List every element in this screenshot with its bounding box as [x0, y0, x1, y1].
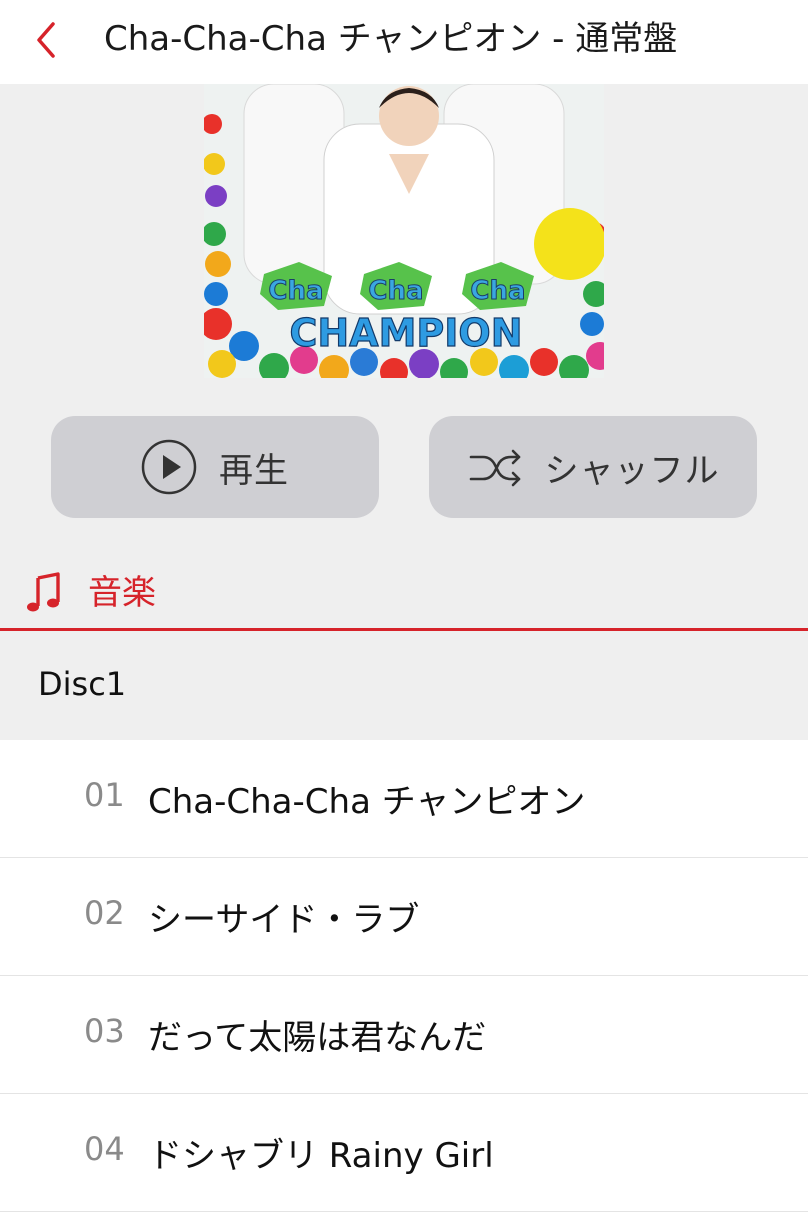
track-number: 01: [84, 776, 125, 814]
track-title: ドシャブリ Rainy Girl: [148, 1136, 494, 1176]
svg-text:CHAMPION: CHAMPION: [289, 311, 522, 355]
top-bar: Cha-Cha-Cha チャンピオン - 通常盤: [0, 0, 808, 84]
track-number: 04: [84, 1130, 125, 1168]
track-title: シーサイド・ラブ: [148, 900, 420, 940]
shuffle-label: シャッフル: [544, 450, 720, 491]
track-number: 03: [84, 1012, 125, 1050]
section-label: 音楽: [88, 573, 156, 613]
shuffle-icon: [469, 449, 520, 487]
album-artwork: Cha Cha Cha CHAMPION: [204, 84, 604, 378]
svg-text:Cha: Cha: [268, 276, 323, 306]
track-row[interactable]: 03 だって太陽は君なんだ: [0, 976, 808, 1094]
disc-label: Disc1: [38, 665, 127, 703]
music-note-icon: [27, 572, 60, 612]
section-music-header[interactable]: 音楽: [0, 560, 808, 630]
play-circle-icon: [141, 439, 197, 495]
track-list: 01 Cha-Cha-Cha チャンピオン 02 シーサイド・ラブ 03 だって…: [0, 740, 808, 1212]
shuffle-button[interactable]: シャッフル: [429, 416, 757, 518]
track-row[interactable]: 02 シーサイド・ラブ: [0, 858, 808, 976]
svg-text:Cha: Cha: [368, 276, 423, 306]
play-button[interactable]: 再生: [51, 416, 379, 518]
page-title: Cha-Cha-Cha チャンピオン - 通常盤: [104, 19, 678, 59]
track-title: だって太陽は君なんだ: [148, 1018, 487, 1058]
track-title: Cha-Cha-Cha チャンピオン: [148, 782, 586, 822]
track-number: 02: [84, 894, 125, 932]
track-row[interactable]: 01 Cha-Cha-Cha チャンピオン: [0, 740, 808, 858]
back-button[interactable]: [24, 18, 68, 62]
track-row[interactable]: 04 ドシャブリ Rainy Girl: [0, 1094, 808, 1212]
chevron-left-icon: [37, 22, 55, 58]
play-label: 再生: [219, 450, 289, 491]
album-hero: Cha Cha Cha CHAMPION 再生 シャッフル: [0, 84, 808, 630]
disc-header: Disc1: [0, 631, 808, 740]
svg-text:Cha: Cha: [470, 276, 525, 306]
